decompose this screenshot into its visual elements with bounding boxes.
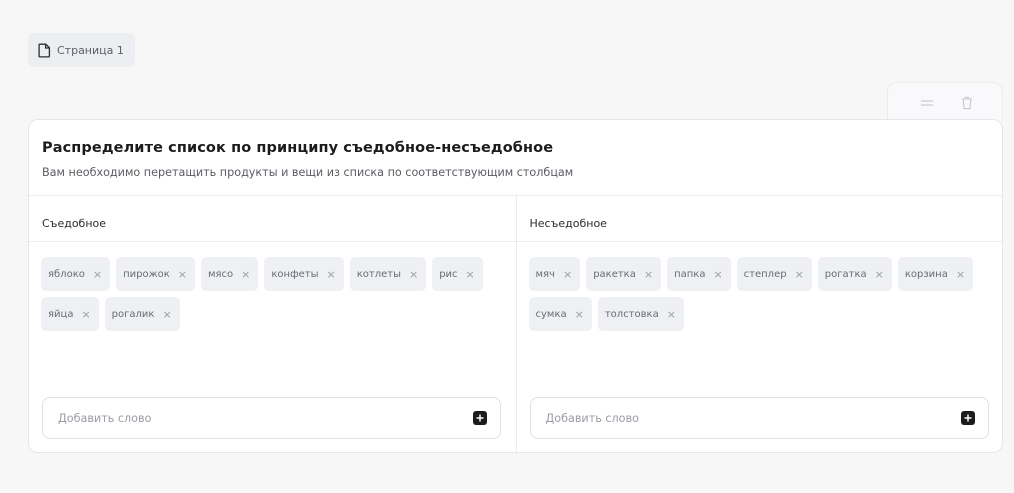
word-chip-label: степлер <box>743 268 787 280</box>
chip-list: мяч × ракетка × папка × степлер × рогатка × корзин… <box>517 242 987 331</box>
add-word-input[interactable] <box>545 411 926 425</box>
word-chip[interactable]: рогалик × <box>104 297 180 331</box>
word-chip-label: яблоко <box>48 268 85 280</box>
add-word-field[interactable] <box>529 397 989 439</box>
word-chip-label: рис <box>439 268 458 280</box>
task-title: Распределите список по принципу съедобно… <box>42 140 554 156</box>
word-chip-label: мяч <box>535 268 555 280</box>
add-word-input[interactable] <box>58 411 438 425</box>
word-chip[interactable]: яйца × <box>41 297 99 331</box>
remove-chip-icon[interactable]: × <box>563 269 572 280</box>
word-chip[interactable]: рис × <box>432 257 483 291</box>
word-chip-label: толстовка <box>604 308 659 320</box>
word-chip-label: ракетка <box>593 268 636 280</box>
word-chip[interactable]: котлеты × <box>349 257 427 291</box>
remove-chip-icon[interactable]: × <box>875 269 884 280</box>
remove-chip-icon[interactable]: × <box>956 269 965 280</box>
page-tab[interactable]: Страница 1 <box>28 33 135 67</box>
remove-chip-icon[interactable]: × <box>241 269 250 280</box>
remove-chip-icon[interactable]: × <box>178 269 187 280</box>
column-edible[interactable]: Съедобное яблоко × пирожок × мясо × конфеты × ко… <box>29 196 516 452</box>
word-chip-label: конфеты <box>271 268 319 280</box>
columns: Съедобное яблоко × пирожок × мясо × конфеты × ко… <box>29 196 1002 452</box>
remove-chip-icon[interactable]: × <box>409 269 418 280</box>
word-chip-label: папка <box>674 268 706 280</box>
word-chip[interactable]: сумка × <box>528 297 592 331</box>
remove-chip-icon[interactable]: × <box>466 269 475 280</box>
remove-chip-icon[interactable]: × <box>81 309 90 320</box>
remove-chip-icon[interactable]: × <box>575 309 584 320</box>
remove-chip-icon[interactable]: × <box>713 269 722 280</box>
word-chip[interactable]: яблоко × <box>41 257 111 291</box>
remove-chip-icon[interactable]: × <box>795 269 804 280</box>
column-inedible[interactable]: Несъедобное мяч × ракетка × папка × степлер × ро… <box>515 196 1002 452</box>
sorting-task-card: Распределите список по принципу съедобно… <box>28 119 1003 453</box>
page-tab-label: Страница 1 <box>57 43 124 57</box>
word-chip[interactable]: конфеты × <box>264 257 344 291</box>
word-chip-label: мясо <box>207 268 234 280</box>
word-chip[interactable]: степлер × <box>736 257 812 291</box>
remove-chip-icon[interactable]: × <box>93 269 102 280</box>
remove-chip-icon[interactable]: × <box>162 309 171 320</box>
word-chip[interactable]: рогатка × <box>817 257 892 291</box>
trash-icon[interactable] <box>960 95 974 111</box>
block-toolbar <box>887 82 1003 122</box>
word-chip[interactable]: корзина × <box>897 257 974 291</box>
remove-chip-icon[interactable]: × <box>644 269 653 280</box>
word-chip-label: рогатка <box>824 268 867 280</box>
word-chip-label: рогалик <box>111 308 155 320</box>
word-chip[interactable]: пирожок × <box>116 257 195 291</box>
word-chip-label: пирожок <box>123 268 170 280</box>
add-word-button[interactable] <box>473 411 487 425</box>
add-word-button[interactable] <box>960 411 975 425</box>
word-chip[interactable]: мясо × <box>200 257 259 291</box>
word-chip-label: яйца <box>48 308 74 320</box>
word-chip[interactable]: ракетка × <box>586 257 662 291</box>
remove-chip-icon[interactable]: × <box>667 309 676 320</box>
column-title: Несъедобное <box>516 196 1002 242</box>
remove-chip-icon[interactable]: × <box>327 269 336 280</box>
column-title: Съедобное <box>29 196 516 242</box>
plus-icon <box>476 414 484 422</box>
word-chip-label: сумка <box>535 308 567 320</box>
plus-icon <box>964 414 971 422</box>
drag-handle-icon[interactable] <box>920 95 934 111</box>
word-chip[interactable]: папка × <box>667 257 731 291</box>
word-chip-label: корзина <box>904 268 948 280</box>
chip-list: яблоко × пирожок × мясо × конфеты × котлеты × рис ×… <box>29 242 499 331</box>
word-chip[interactable]: толстовка × <box>597 297 684 331</box>
word-chip-label: котлеты <box>356 268 401 280</box>
add-word-field[interactable] <box>42 397 501 439</box>
task-header: Распределите список по принципу съедобно… <box>29 120 1002 196</box>
task-subtitle: Вам необходимо перетащить продукты и вещ… <box>42 166 574 179</box>
page-icon <box>38 43 51 58</box>
word-chip[interactable]: мяч × <box>528 257 581 291</box>
